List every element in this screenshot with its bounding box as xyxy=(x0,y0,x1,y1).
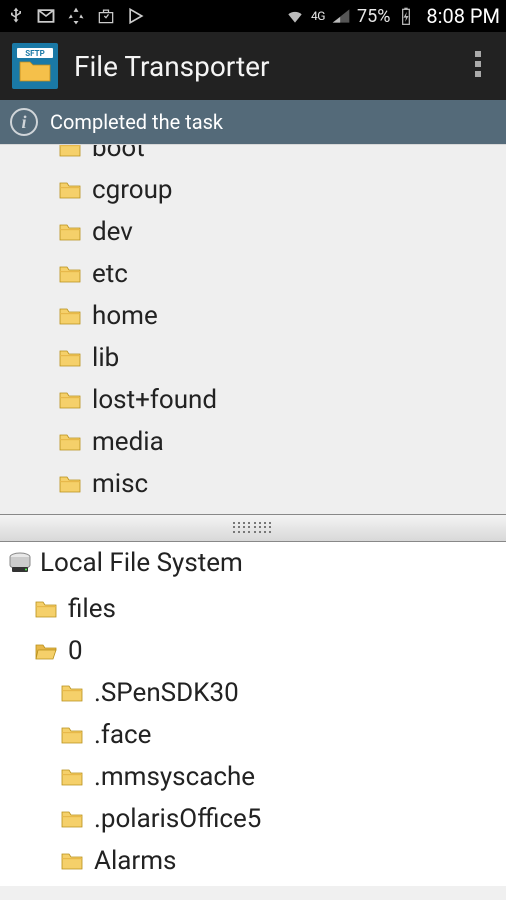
folder-icon xyxy=(58,346,82,370)
folder-icon xyxy=(58,220,82,244)
folder-label: home xyxy=(92,301,158,331)
folder-icon xyxy=(60,681,84,705)
drive-icon xyxy=(8,552,32,574)
wifi-icon xyxy=(285,6,305,26)
battery-percent: 75% xyxy=(357,6,390,27)
folder-label: Alarms xyxy=(94,846,176,876)
local-file-panel[interactable]: Local File System files 0 .SPenSDK30 .face.… xyxy=(0,542,506,886)
briefcase-icon xyxy=(96,6,116,26)
folder-row[interactable]: 0 xyxy=(0,630,506,672)
folder-label: .face xyxy=(94,720,151,750)
android-status-bar: 4G 75% 8:08 PM xyxy=(0,0,506,32)
info-icon: i xyxy=(10,108,38,136)
usb-icon xyxy=(6,6,26,26)
grip-icon xyxy=(233,522,273,534)
play-store-icon xyxy=(126,6,146,26)
local-root-label: Local File System xyxy=(40,548,243,578)
network-indicator: 4G xyxy=(311,9,325,23)
folder-icon xyxy=(34,597,58,621)
battery-charging-icon xyxy=(396,6,416,26)
local-root-row[interactable]: Local File System xyxy=(0,542,506,584)
panel-resize-handle[interactable] xyxy=(0,514,506,542)
folder-row[interactable]: mnt xyxy=(0,505,506,514)
gmail-icon xyxy=(36,6,56,26)
folder-icon xyxy=(58,304,82,328)
svg-text:SFTP: SFTP xyxy=(25,49,45,58)
folder-row[interactable]: boot xyxy=(0,144,506,169)
folder-label: media xyxy=(92,427,164,457)
folder-icon xyxy=(58,262,82,286)
folder-label: .SPenSDK30 xyxy=(94,678,239,708)
folder-label: etc xyxy=(92,259,128,289)
folder-icon xyxy=(58,430,82,454)
folder-row[interactable]: home xyxy=(0,295,506,337)
recycle-icon xyxy=(66,6,86,26)
folder-row[interactable]: cgroup xyxy=(0,169,506,211)
folder-label: files xyxy=(68,594,116,624)
folder-label: boot xyxy=(92,144,145,163)
folder-icon xyxy=(58,144,82,160)
folder-label: mnt xyxy=(92,511,138,514)
folder-row[interactable]: media xyxy=(0,421,506,463)
overflow-menu-button[interactable] xyxy=(462,41,494,91)
folder-icon xyxy=(60,723,84,747)
folder-label: lib xyxy=(92,343,119,373)
folder-label: misc xyxy=(92,469,148,499)
remote-file-panel[interactable]: boot cgroup dev etc home lib lost+found media mi… xyxy=(0,144,506,514)
signal-icon xyxy=(331,6,351,26)
folder-label: .polarisOffice5 xyxy=(94,804,261,834)
folder-label: 0 xyxy=(68,636,83,666)
folder-row[interactable]: .mmsyscache xyxy=(0,756,506,798)
folder-label: .mmsyscache xyxy=(94,762,255,792)
folder-row[interactable]: misc xyxy=(0,463,506,505)
folder-icon xyxy=(58,178,82,202)
folder-row[interactable]: lost+found xyxy=(0,379,506,421)
folder-icon xyxy=(60,765,84,789)
folder-icon xyxy=(60,807,84,831)
folder-row[interactable]: .SPenSDK30 xyxy=(0,672,506,714)
folder-open-icon xyxy=(34,639,58,663)
folder-label: lost+found xyxy=(92,385,217,415)
notification-text: Completed the task xyxy=(50,110,223,134)
folder-icon xyxy=(60,849,84,873)
folder-icon xyxy=(58,388,82,412)
folder-row[interactable]: .polarisOffice5 xyxy=(0,798,506,840)
folder-row[interactable]: Alarms xyxy=(0,840,506,882)
clock: 8:08 PM xyxy=(426,4,500,28)
app-bar: SFTP File Transporter xyxy=(0,32,506,100)
app-title: File Transporter xyxy=(74,50,269,83)
folder-row[interactable]: dev xyxy=(0,211,506,253)
app-icon: SFTP xyxy=(12,43,58,89)
folder-row[interactable]: files xyxy=(0,588,506,630)
folder-row[interactable]: lib xyxy=(0,337,506,379)
folder-row[interactable]: .face xyxy=(0,714,506,756)
notification-banner: i Completed the task xyxy=(0,100,506,144)
folder-label: dev xyxy=(92,217,133,247)
folder-row[interactable]: etc xyxy=(0,253,506,295)
folder-icon xyxy=(58,472,82,496)
folder-label: cgroup xyxy=(92,175,173,205)
